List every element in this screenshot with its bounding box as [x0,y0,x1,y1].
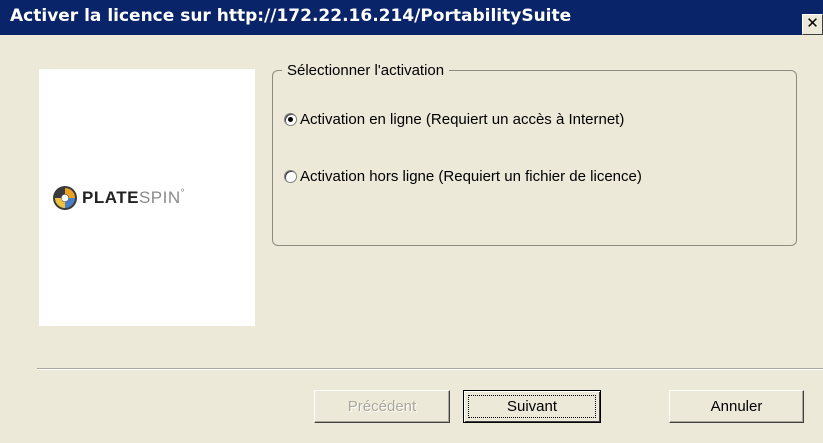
offline-activation-radio[interactable] [284,169,297,183]
title-bar[interactable]: Activer la licence sur http://172.22.16.… [0,0,823,35]
online-activation-label[interactable]: Activation en ligne (Requiert un accès à… [300,111,624,128]
license-activation-dialog: Activer la licence sur http://172.22.16.… [0,0,823,443]
logo-mark: ° [180,188,186,199]
next-button[interactable]: Suivant [463,390,601,423]
close-button[interactable]: ✕ [802,14,823,35]
logo-text-plate: PLATE [82,188,139,207]
previous-button[interactable]: Précédent [314,390,450,423]
activation-groupbox [272,70,797,246]
online-activation-radio[interactable] [284,112,297,126]
separator-line [37,368,823,370]
next-button-label: Suivant [506,398,558,415]
cancel-button-label: Annuler [710,398,763,415]
offline-activation-label[interactable]: Activation hors ligne (Requiert un fichi… [300,168,642,185]
logo-panel: PLATESPIN° [39,69,255,326]
cancel-button[interactable]: Annuler [669,390,804,423]
platespin-logo-icon [53,186,77,210]
close-icon: ✕ [806,14,819,32]
window-title: Activer la licence sur http://172.22.16.… [10,6,572,26]
logo-text-spin: SPIN [138,188,181,207]
offline-activation-option[interactable]: Activation hors ligne (Requiert un fichi… [284,165,642,187]
online-activation-option[interactable]: Activation en ligne (Requiert un accès à… [284,108,624,130]
activation-group-label: Sélectionner l'activation [282,62,450,79]
logo-wordmark: PLATESPIN° [82,188,185,208]
platespin-logo: PLATESPIN° [52,185,252,211]
previous-button-label: Précédent [347,398,417,415]
